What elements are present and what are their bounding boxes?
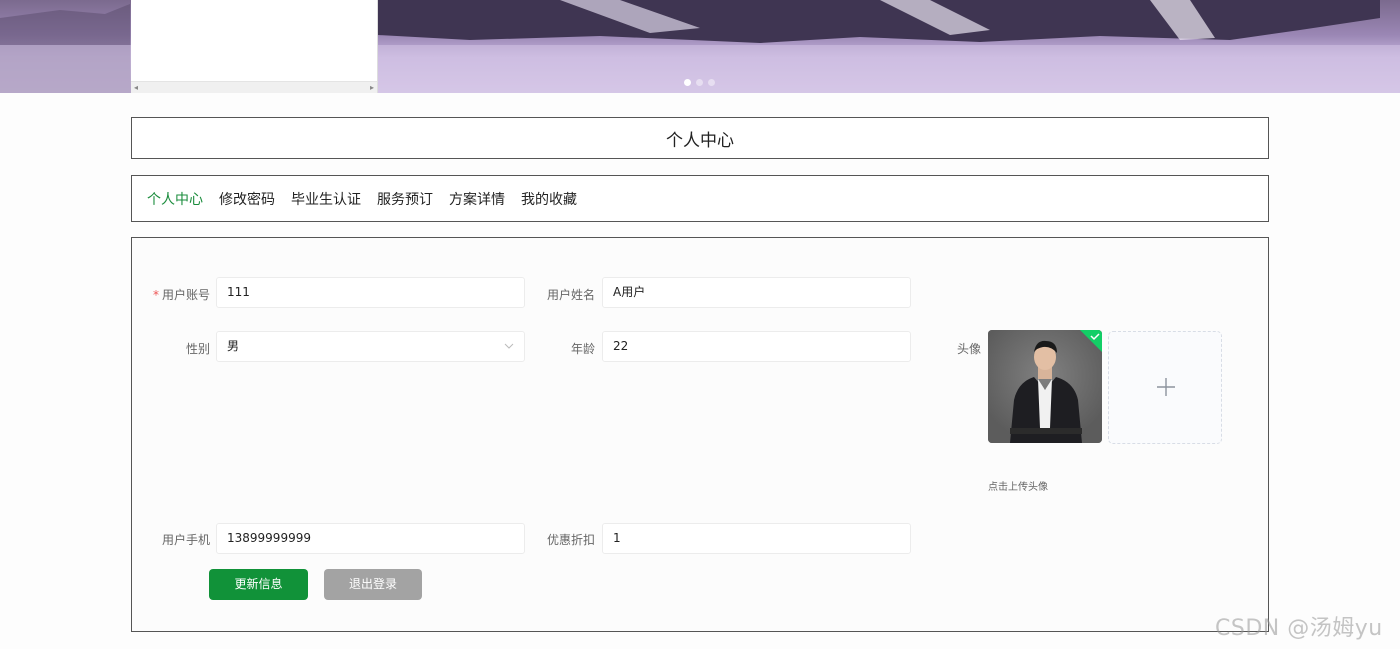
carousel-dot-2[interactable] (696, 79, 703, 86)
success-check-icon (1080, 330, 1102, 352)
horizontal-scrollbar[interactable]: ◂ ▸ (131, 81, 377, 93)
tab-service-booking[interactable]: 服务预订 (377, 189, 433, 209)
tab-change-password[interactable]: 修改密码 (219, 189, 275, 209)
update-info-button[interactable]: 更新信息 (209, 569, 308, 600)
watermark-text: CSDN @汤姆yu (1215, 616, 1383, 641)
tab-bar: 个人中心 修改密码 毕业生认证 服务预订 方案详情 我的收藏 (131, 175, 1269, 222)
tab-my-favorites[interactable]: 我的收藏 (521, 189, 577, 209)
account-label-text: 用户账号 (161, 288, 210, 302)
discount-input[interactable]: 1 (602, 523, 911, 554)
tab-plan-details[interactable]: 方案详情 (449, 189, 505, 209)
dropdown-panel: ◂ ▸ (131, 0, 378, 93)
phone-label: 用户手机 (161, 533, 210, 547)
profile-form: * 用户账号 111 用户姓名 A用户 性别 男 年龄 22 头像 点击上传头像… (131, 237, 1269, 632)
banner-carousel: ◂ ▸ (0, 0, 1400, 93)
age-input[interactable]: 22 (602, 331, 911, 362)
avatar-upload-button[interactable] (1108, 331, 1222, 444)
discount-label: 优惠折扣 (546, 533, 595, 547)
account-input[interactable]: 111 (216, 277, 525, 308)
carousel-dot-3[interactable] (708, 79, 715, 86)
tab-graduate-certification[interactable]: 毕业生认证 (291, 189, 361, 209)
scroll-left-icon[interactable]: ◂ (134, 82, 138, 93)
logout-button[interactable]: 退出登录 (324, 569, 422, 600)
name-label: 用户姓名 (546, 288, 595, 302)
chevron-down-icon (504, 343, 514, 349)
avatar-image[interactable] (988, 330, 1102, 443)
gender-label: 性别 (185, 342, 210, 356)
gender-value: 男 (227, 339, 240, 353)
name-input[interactable]: A用户 (602, 277, 911, 308)
account-label: * 用户账号 (132, 286, 210, 303)
gender-select[interactable]: 男 (216, 331, 525, 362)
tab-personal-center[interactable]: 个人中心 (147, 189, 203, 209)
scroll-right-icon[interactable]: ▸ (370, 82, 374, 93)
required-mark: * (152, 288, 159, 302)
carousel-indicators (684, 79, 715, 86)
page-title: 个人中心 (131, 117, 1269, 159)
phone-input[interactable]: 13899999999 (216, 523, 525, 554)
age-label: 年龄 (570, 342, 595, 356)
carousel-dot-1[interactable] (684, 79, 691, 86)
avatar-label: 头像 (956, 342, 981, 356)
plus-icon (1157, 378, 1175, 396)
avatar-upload-tip: 点击上传头像 (988, 482, 1048, 493)
